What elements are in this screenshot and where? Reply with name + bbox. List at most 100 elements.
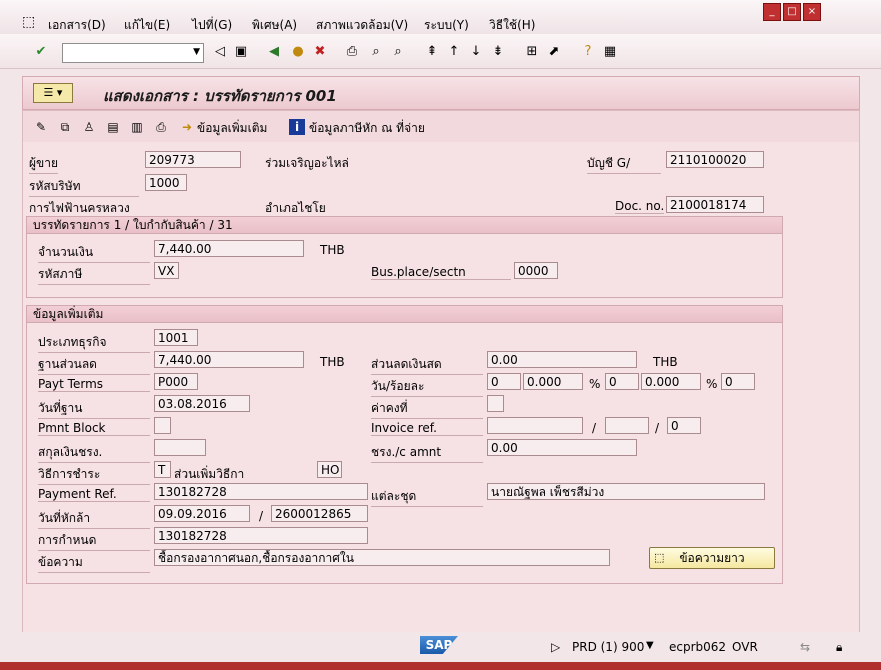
long-text-button[interactable]: ⬚ ข้อความยาว <box>649 547 775 569</box>
print-preview-icon[interactable]: ⎙ <box>153 119 169 135</box>
clearing-date-field[interactable]: 09.09.2016 <box>154 505 250 522</box>
cash-discount-field[interactable]: 0.00 <box>487 351 637 368</box>
next-page-icon[interactable]: ↓ <box>468 44 484 60</box>
maximize-icon[interactable]: □ <box>783 3 801 21</box>
display-change-icon[interactable]: ✎ <box>33 119 49 135</box>
doc-no-field[interactable]: 2100018174 <box>666 196 764 213</box>
find-next-icon[interactable]: ⌕ <box>390 44 406 60</box>
save-icon[interactable]: ▣ <box>233 44 249 60</box>
shortcut-icon[interactable]: ⬈ <box>546 44 562 60</box>
exit-icon[interactable]: ● <box>290 44 306 60</box>
previous-page-icon[interactable]: ↑ <box>446 44 462 60</box>
cancel-icon[interactable]: ✖ <box>312 44 328 60</box>
clearing-doc-field[interactable]: 2600012865 <box>271 505 368 522</box>
menu-goto[interactable]: ไปที่(G) <box>192 16 232 35</box>
line-item-group-title: บรรทัดรายการ 1 / ใบกำกับสินค้า / 31 <box>27 217 782 234</box>
application-toolbar: ✎ ⧉ ♙ ▤ ▥ ⎙ ➜ ข้อมูลเพิ่มเติม i ข้อมูลภา… <box>22 110 860 143</box>
menu-help[interactable]: วิธีใช้(H) <box>489 16 535 35</box>
back-icon[interactable]: ◀ <box>266 44 282 60</box>
discount-base-field[interactable]: 7,440.00 <box>154 351 304 368</box>
business-type-label: ประเภทธุรกิจ <box>38 333 150 353</box>
payment-ref-label: Payment Ref. <box>38 487 150 502</box>
invoice-ref-item-field[interactable]: 0 <box>667 417 701 434</box>
status-bar: SAP ▷ PRD (1) 900 ▼ ecprb062 OVR ⇆ 🔒︎ <box>0 632 881 662</box>
baseline-date-field[interactable]: 03.08.2016 <box>154 395 250 412</box>
new-session-icon[interactable]: ⊞ <box>524 44 540 60</box>
percent-1-symbol: % <box>589 377 601 391</box>
days-2-field[interactable]: 0 <box>605 373 639 390</box>
percent-2-field[interactable]: 0.000 <box>641 373 701 390</box>
info-icon[interactable]: i <box>289 119 305 135</box>
menu-extras[interactable]: พิเศษ(A) <box>252 16 297 35</box>
payment-amount-field[interactable]: 0.00 <box>487 439 637 456</box>
assignment-label: การกำหนด <box>38 531 150 551</box>
payment-terms-field[interactable]: P000 <box>154 373 198 390</box>
days-percent-label: วัน/ร้อยละ <box>371 377 483 397</box>
status-expand-icon[interactable]: ▷ <box>551 640 560 654</box>
payment-amount-label: ชรง./c amnt <box>371 443 483 463</box>
layout-menu-icon[interactable]: ▦ <box>602 44 618 60</box>
days-3-field[interactable]: 0 <box>721 373 755 390</box>
document-header-icon[interactable]: ▤ <box>105 119 121 135</box>
main-content: ผู้ขาย 209773 ร่วมเจริญอะไหล่ บัญชี G/ 2… <box>22 142 860 632</box>
individual-field[interactable]: นายณัฐพล เพ็ชรสีม่วง <box>487 483 765 500</box>
screen-switch-icon[interactable]: ☰ ▾ <box>33 83 73 103</box>
menu-edit[interactable]: แก้ไข(E) <box>124 16 170 35</box>
menu-system[interactable]: ระบบ(Y) <box>424 16 469 35</box>
window-bottom-edge <box>0 662 881 670</box>
company-code-field[interactable]: 1000 <box>145 174 187 191</box>
clearing-slash: / <box>259 509 264 523</box>
vendor-field[interactable]: 209773 <box>145 151 241 168</box>
gl-account-field[interactable]: 2110100020 <box>666 151 764 168</box>
menu-bar: ⬚ เอกสาร(D) แก้ไข(E) ไปที่(G) พิเศษ(A) ส… <box>0 0 881 34</box>
payment-block-field[interactable] <box>154 417 171 434</box>
business-place-label: Bus.place/sectn <box>371 265 511 280</box>
system-dropdown-icon[interactable]: ▼ <box>646 640 654 651</box>
chevron-down-icon[interactable]: ▼ <box>193 47 200 57</box>
withholding-tax-button[interactable]: ข้อมูลภาษีหัก ณ ที่จ่าย <box>309 119 425 138</box>
payment-method-supplement-field[interactable]: HO <box>317 461 342 478</box>
clearing-label: วันที่หักล้า <box>38 509 150 529</box>
insert-mode: OVR <box>732 640 758 654</box>
first-page-icon[interactable]: ⇞ <box>424 44 440 60</box>
business-place-field[interactable]: 0000 <box>514 262 558 279</box>
menu-icon[interactable]: ⬚ <box>22 14 35 30</box>
other-document-icon[interactable]: ⧉ <box>57 119 73 135</box>
find-icon[interactable]: ⌕ <box>368 44 384 60</box>
payment-currency-field[interactable] <box>154 439 206 456</box>
menu-environment[interactable]: สภาพแวดล้อม(V) <box>316 16 408 35</box>
help-icon[interactable]: ? <box>580 44 596 60</box>
fixed-label: ค่าคงที่ <box>371 399 483 419</box>
business-type-field[interactable]: 1001 <box>154 329 198 346</box>
fixed-checkbox[interactable] <box>487 395 504 412</box>
invoice-ref-slash-1: / <box>592 421 597 435</box>
assignment-field[interactable]: 130182728 <box>154 527 368 544</box>
percent-1-field[interactable]: 0.000 <box>523 373 583 390</box>
payment-terms-label: Payt Terms <box>38 377 150 392</box>
invoice-ref-year-field[interactable] <box>605 417 649 434</box>
last-page-icon[interactable]: ⇟ <box>490 44 506 60</box>
text-field[interactable]: ชื้อกรองอากาศนอก,ชื้อกรองอากาศใน <box>154 549 610 566</box>
menu-document[interactable]: เอกสาร(D) <box>48 16 106 35</box>
individual-label: แต่ละชุด <box>371 487 483 507</box>
line-item-group: บรรทัดรายการ 1 / ใบกำกับสินค้า / 31 จำนว… <box>26 216 783 298</box>
vendor-label: ผู้ขาย <box>29 154 59 174</box>
more-data-button[interactable]: ข้อมูลเพิ่มเติม <box>197 119 267 138</box>
forward-arrow-icon[interactable]: ➜ <box>179 119 195 135</box>
command-field[interactable]: ▼ <box>62 43 204 63</box>
days-1-field[interactable]: 0 <box>487 373 521 390</box>
close-icon[interactable]: × <box>803 3 821 21</box>
payment-method-field[interactable]: T <box>154 461 171 478</box>
amount-field[interactable]: 7,440.00 <box>154 240 304 257</box>
tax-code-field[interactable]: VX <box>154 262 179 279</box>
overview-icon[interactable]: ▥ <box>129 119 145 135</box>
back-triangle-icon[interactable]: ◁ <box>212 44 228 60</box>
vendor-name: ร่วมเจริญอะไหล่ <box>265 156 349 170</box>
person-icon[interactable]: ♙ <box>81 119 97 135</box>
invoice-ref-field[interactable] <box>487 417 583 434</box>
print-icon[interactable]: ⎙ <box>344 44 360 60</box>
enter-check-icon[interactable]: ✔ <box>33 44 49 60</box>
discount-base-currency: THB <box>320 355 345 369</box>
minimize-icon[interactable]: _ <box>763 3 781 21</box>
payment-ref-field[interactable]: 130182728 <box>154 483 368 500</box>
